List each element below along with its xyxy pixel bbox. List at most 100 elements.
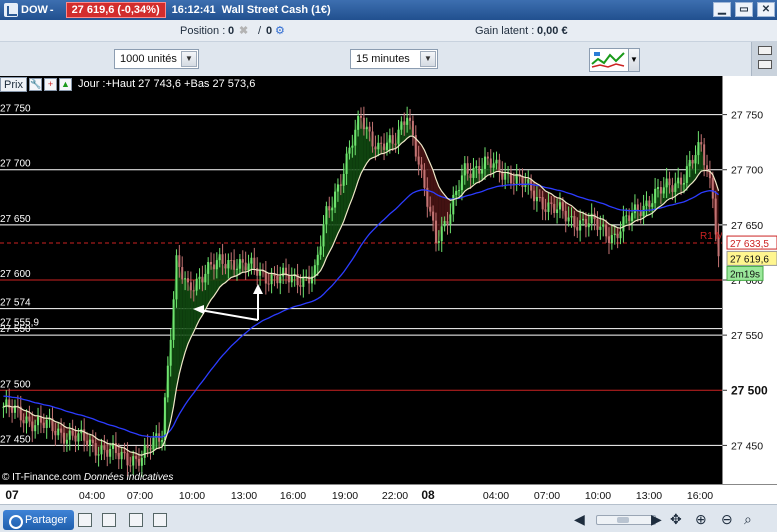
window-controls: ▁ ▭ ✕ [713,2,775,17]
chart-icon[interactable] [78,513,92,527]
bull-candle [492,163,495,168]
bull-candle [88,439,91,447]
bull-candle [331,207,334,211]
add-down-icon[interactable]: + [43,77,57,91]
bull-candle [697,142,700,156]
bull-candle [342,173,345,186]
scroll-right-icon[interactable]: ▶ [651,511,662,528]
bull-candle [458,190,461,192]
copyright-owner: © IT-Finance.com [2,472,84,483]
bear-candle [28,416,31,422]
bull-candle [613,233,616,236]
bear-candle [178,255,181,268]
bull-candle [334,191,337,208]
bull-candle [388,135,391,143]
time-axis[interactable]: 07 04:00 07:00 10:00 13:00 16:00 19:00 22:00 08 0… [0,484,777,504]
arrow-up-icon[interactable]: ▲ [58,77,72,91]
time-tick-label: 13:00 [231,490,257,502]
bull-candle [582,218,585,221]
bull-candle [175,255,178,300]
bull-cloud-segment [182,278,186,363]
time-tick-label: 22:00 [382,490,408,502]
interval-select[interactable]: 15 minutes ▼ [350,49,438,69]
bear-candle [241,259,244,263]
bear-candle [533,190,536,202]
bear-candle [700,142,703,145]
bull-candle [198,276,201,279]
bull-candle [25,416,28,424]
side-panel-toggle[interactable] [751,42,777,76]
bull-candle [218,254,221,261]
price-chart[interactable]: 27 750 27 700 27 650 27 600 27 574 27 555,9 27… [0,76,777,484]
left-price-tick-label: 27 500 [0,379,31,390]
minimize-icon[interactable]: ▁ [713,2,731,17]
price-badge: 27 619,6 (-0,34%) [65,2,166,18]
chevron-down-icon[interactable]: ▼ [181,51,197,67]
bear-candle [186,278,189,283]
bull-candle [483,156,487,169]
price-axis[interactable]: 27 750 27 700 27 650 27 600 27 550 27 500 27 4… [722,76,777,484]
bull-candle [579,220,582,231]
bull-candle [527,179,530,184]
bear-candle [703,144,706,166]
bull-candle [460,175,463,191]
bear-candle [478,166,481,174]
bear-candle [276,275,279,284]
bear-candle [628,215,631,221]
wrench-icon[interactable]: 🔧 [28,77,42,91]
zoom-out-icon[interactable]: ⊖ [721,511,733,528]
export-icon[interactable] [153,513,167,527]
bear-candle [659,187,662,194]
bull-candle [109,448,112,457]
bear-candle [391,135,394,144]
left-price-tick-label: 27 550 [0,324,31,335]
gear-icon[interactable]: ⚙ [275,24,285,37]
bull-candle [455,190,458,195]
bull-candle [68,430,71,440]
chevron-down-icon[interactable]: ▼ [420,51,436,67]
bear-candle [54,430,57,436]
x-icon[interactable]: ✖ [239,24,248,37]
bear-candle [339,184,342,186]
restore-icon[interactable]: ▭ [735,2,753,17]
scrollbar-thumb[interactable] [617,517,629,523]
bull-candle [567,217,570,222]
bull-candle [207,261,210,274]
prix-label[interactable]: Prix [0,76,27,92]
zoom-fit-icon[interactable]: ⊕ [695,511,707,528]
scroll-left-icon[interactable]: ◀ [574,511,585,528]
title-separator: - [49,4,54,16]
chart-type-button[interactable] [589,48,629,72]
bull-candle [45,419,48,428]
bear-candle [371,131,374,147]
bear-candle [103,445,106,450]
time-tick-label: 08 [421,488,435,502]
bear-candle [434,220,437,243]
bull-candle [397,129,400,144]
r1-value-label: 27 633,5 [730,239,769,250]
bull-candle [452,194,455,215]
bear-candle [359,116,363,118]
grid-icon[interactable] [102,513,116,527]
time-scrollbar[interactable] [596,515,656,525]
bull-candle [290,275,293,283]
bar-icon[interactable] [129,513,143,527]
price-axis-canvas: 27 75027 70027 65027 60027 55027 50027 4… [723,110,777,452]
drag-icon[interactable]: ✥ [670,511,682,528]
chevron-down-icon[interactable]: ▼ [628,48,640,72]
chart-canvas[interactable]: 27 75027 70027 65027 60027 57427 555,927… [0,76,777,484]
search-icon[interactable]: ⌕ [744,511,752,528]
bear-candle [680,177,683,185]
panel-layout-icon [758,46,772,55]
bear-candle [129,465,132,467]
indicator-chart-icon [591,52,625,68]
bear-candle [486,156,489,159]
bull-candle [449,214,452,225]
share-button[interactable]: Partager [3,510,75,530]
last-price-label: 27 619,6 [730,254,769,265]
bull-candle [172,299,175,340]
bull-candle [34,425,37,432]
bull-candle [279,276,282,284]
close-icon[interactable]: ✕ [757,2,775,17]
quantity-select[interactable]: 1000 unités ▼ [114,49,199,69]
